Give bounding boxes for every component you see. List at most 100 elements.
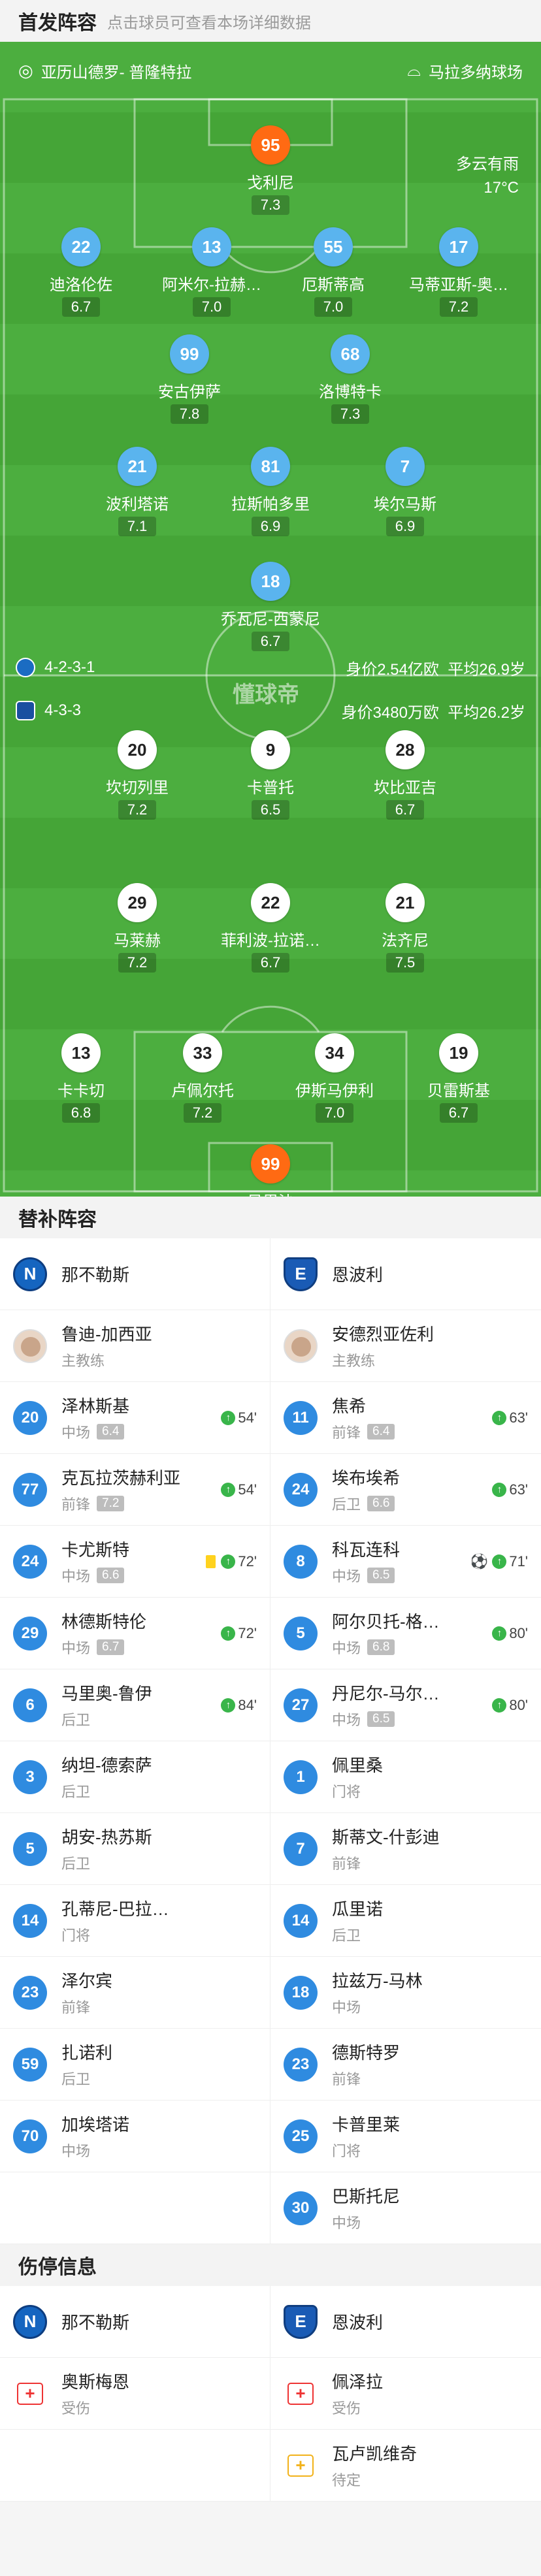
away-player[interactable]: 34 伊斯马伊利 7.0 [276, 1033, 393, 1123]
player-name: 焦希 [332, 1396, 367, 1416]
home-sub-row[interactable]: 77 克瓦拉茨赫利亚 前锋 7.2 ↑ 54' [0, 1454, 270, 1526]
rating-value: 6.7 [260, 633, 281, 649]
subs-header: 替补阵容 [0, 1197, 541, 1238]
away-age: 平均26.2岁 [448, 703, 525, 722]
home-sub-row[interactable]: 24 卡尤斯特 中场 6.6 ↑ 72' [0, 1526, 270, 1598]
home-sub-row[interactable]: 14 孔蒂尼-巴拉… 门将 [0, 1885, 270, 1957]
yellow-card-icon [206, 1554, 216, 1568]
player-position: 后卫 [332, 1927, 361, 1944]
away-sub-row[interactable]: 27 丹尼尔-马尔… 中场 6.5 ↑ 80' [270, 1669, 541, 1741]
inj-away-team-cell[interactable]: E 恩波利 [270, 2286, 541, 2358]
away-player[interactable]: 28 坎比亚吉 6.7 [346, 730, 464, 820]
player-position-row: 中场 [332, 1996, 528, 2017]
home-coach-cell[interactable]: 鲁迪-加西亚 主教练 [0, 1310, 270, 1382]
sub-in-minute: 63' [509, 1409, 528, 1426]
home-player[interactable]: 18 乔瓦尼-西蒙尼 6.7 [212, 562, 329, 651]
away-sub-row[interactable]: 25 卡普里莱 门将 [270, 2101, 541, 2172]
home-sub-row[interactable]: 29 林德斯特伦 中场 6.7 ↑ 72' [0, 1598, 270, 1669]
player-rating-row: 7.2 [144, 1101, 261, 1123]
player-position: 前锋 [332, 2071, 361, 2087]
home-sub-row[interactable]: 59 扎诺利 后卫 [0, 2029, 270, 2101]
home-player[interactable]: 99 安古伊萨 7.8 [131, 334, 248, 424]
player-position-row: 中场 6.5 [332, 1709, 487, 1730]
away-sub-row[interactable]: 7 斯蒂文-什彭迪 前锋 [270, 1813, 541, 1885]
away-player[interactable]: 33 卢佩尔托 7.2 [144, 1033, 261, 1123]
home-sub-row[interactable]: 20 泽林斯基 中场 6.4 ↑ 54' [0, 1382, 270, 1454]
player-rating: 6.8 [367, 1639, 395, 1655]
player-name: 奥斯梅恩 [61, 2372, 130, 2392]
sub-in-info: ↑ 80' [492, 1625, 528, 1642]
away-injury-row[interactable]: + 佩泽拉 受伤 [270, 2358, 541, 2430]
player-position: 门将 [61, 1927, 91, 1944]
away-coach-cell[interactable]: 安德烈亚佐利 主教练 [270, 1310, 541, 1382]
player-rating-row: 7.0 [153, 295, 270, 317]
injury-status: 受伤 [61, 2400, 91, 2417]
away-player[interactable]: 20 坎切列里 7.2 [78, 730, 196, 820]
home-sub-row[interactable]: 5 胡安-热苏斯 后卫 [0, 1813, 270, 1885]
away-player[interactable]: 29 马莱赫 7.2 [78, 883, 196, 973]
home-player[interactable]: 21 波利塔诺 7.1 [78, 447, 196, 536]
player-number: 30 [284, 2191, 318, 2225]
player-rating-row: 7.2 [400, 295, 517, 317]
player-number: 19 [439, 1033, 478, 1072]
sub-in-icon: ↑ [492, 1698, 507, 1713]
inj-home-team-cell[interactable]: N 那不勒斯 [0, 2286, 270, 2358]
away-sub-row[interactable]: 14 瓜里诺 后卫 [270, 1885, 541, 1957]
player-rating: 6.7 [386, 800, 424, 820]
player-info: 胡安-热苏斯 后卫 [61, 1824, 257, 1873]
home-sub-row[interactable]: 23 泽尔宾 前锋 [0, 1957, 270, 2029]
home-player[interactable]: 7 埃尔马斯 6.9 [346, 447, 464, 536]
player-rating-row: 7.5 [346, 950, 464, 973]
away-player[interactable]: 99贝里沙★ 8.4 [212, 1144, 329, 1197]
away-sub-row[interactable]: 24 埃布埃希 后卫 6.6 ↑ 63' [270, 1454, 541, 1526]
player-position: 中场 [61, 1568, 91, 1585]
home-player[interactable]: 95 戈利尼 7.3 [212, 125, 329, 215]
player-rating: 7.2 [118, 800, 156, 820]
home-sub-row[interactable]: 70 加埃塔诺 中场 [0, 2101, 270, 2172]
away-player[interactable]: 22 菲利波-拉诺… 6.7 [212, 883, 329, 973]
home-injury-row[interactable]: + 奥斯梅恩 受伤 [0, 2358, 270, 2430]
home-sub-row[interactable]: 6 马里奥-鲁伊 后卫 ↑ 84' [0, 1669, 270, 1741]
rating-value: 7.2 [127, 954, 148, 971]
away-player[interactable]: 19 贝雷斯基 6.7 [400, 1033, 517, 1123]
subs-title: 替补阵容 [18, 1209, 97, 1231]
away-sub-row[interactable]: 1 佩里桑 门将 [270, 1741, 541, 1813]
rating-value: 7.2 [448, 298, 469, 315]
home-player[interactable]: 17 马蒂亚斯-奥… 7.2 [400, 227, 517, 317]
away-player[interactable]: 21 法齐尼 7.5 [346, 883, 464, 973]
away-injury-row[interactable]: + 瓦卢凯维奇 待定 [270, 2430, 541, 2502]
away-sub-row[interactable]: 5 阿尔贝托-格… 中场 6.8 ↑ 80' [270, 1598, 541, 1669]
sub-in-info: ↑ 84' [221, 1697, 257, 1714]
away-sub-row[interactable]: 11 焦希 前锋 6.4 ↑ 63' [270, 1382, 541, 1454]
away-sub-row[interactable]: 30 巴斯托尼 中场 [270, 2172, 541, 2244]
player-position: 前锋 [61, 1999, 91, 2016]
home-sub-row[interactable] [0, 2172, 270, 2244]
away-sub-row[interactable]: 18 拉兹万-马林 中场 [270, 1957, 541, 2029]
home-injury-row[interactable] [0, 2430, 270, 2502]
home-sub-row[interactable]: 3 纳坦-德索萨 后卫 [0, 1741, 270, 1813]
away-team-cell[interactable]: E 恩波利 [270, 1238, 541, 1310]
stadium-row: ◎ 亚历山德罗- 普隆特拉 ⌓ 马拉多纳球场 [0, 56, 541, 85]
home-team-cell[interactable]: N 那不勒斯 [0, 1238, 270, 1310]
player-name: 林德斯特伦 [61, 1612, 147, 1632]
home-player[interactable]: 55 厄斯蒂高 7.0 [274, 227, 392, 317]
away-sub-row[interactable]: 23 德斯特罗 前锋 [270, 2029, 541, 2101]
player-name: 马莱赫 [114, 932, 161, 950]
home-player[interactable]: 68 洛博特卡 7.3 [291, 334, 409, 424]
player-name: 科瓦连科 [332, 1540, 401, 1560]
player-number: 22 [61, 227, 101, 266]
player-name: 巴斯托尼 [332, 2187, 401, 2206]
away-sub-row[interactable]: 8 科瓦连科 中场 6.5 ⚽ ↑ 71' [270, 1526, 541, 1598]
home-player[interactable]: 22 迪洛伦佐 6.7 [22, 227, 140, 317]
player-number: 17 [439, 227, 478, 266]
player-position: 中场 [61, 1425, 91, 1441]
player-rating-row: 7.2 [78, 950, 196, 973]
player-number: 13 [192, 227, 231, 266]
player-info: 加埃塔诺 中场 [61, 2112, 257, 2161]
away-player[interactable]: 13 卡卡切 6.8 [22, 1033, 140, 1123]
away-player[interactable]: 9 卡普托 6.5 [212, 730, 329, 820]
home-player[interactable]: 13 阿米尔-拉赫… 7.0 [153, 227, 270, 317]
player-position-row: 中场 6.6 [61, 1565, 201, 1586]
home-player[interactable]: 81 拉斯帕多里 6.9 [212, 447, 329, 536]
sub-in-icon: ↑ [221, 1554, 236, 1569]
